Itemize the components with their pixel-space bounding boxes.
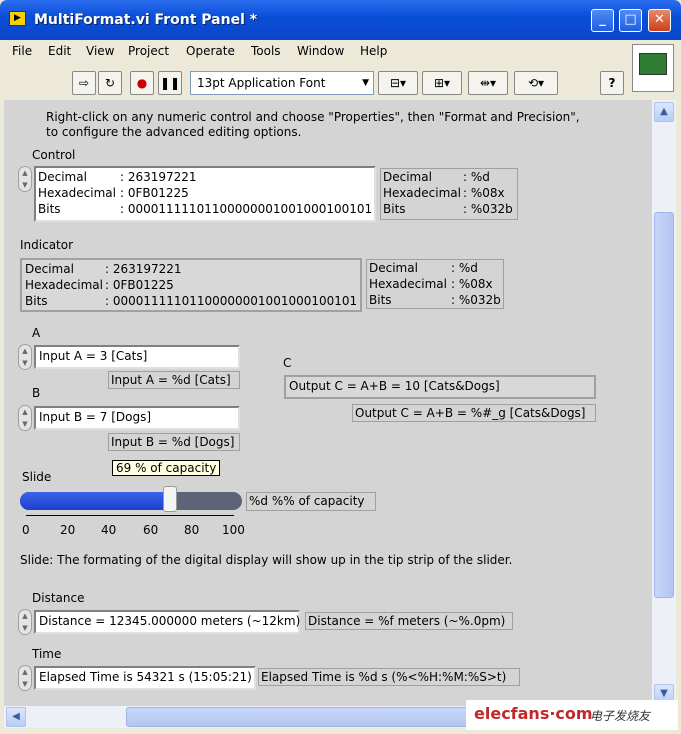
slide-tick-100: 100 <box>222 523 245 537</box>
b-input[interactable]: Input B = 7 [Dogs] <box>34 406 240 430</box>
vertical-scrollbar[interactable]: ▲ ▼ <box>652 100 676 706</box>
menu-bar: File Edit View Project Operate Tools Win… <box>4 40 676 62</box>
toolbar: ⇨ ↻ ● ❚❚ 13pt Application Font ▼ ⊟▾ ⊞▾ ⇹… <box>4 66 628 100</box>
a-input[interactable]: Input A = 3 [Cats] <box>34 345 240 369</box>
font-select[interactable]: 13pt Application Font ▼ <box>190 71 374 95</box>
slide-tip-strip: 69 % of capacity <box>112 460 221 476</box>
c-indicator: Output C = A+B = 10 [Cats&Dogs] <box>284 375 596 399</box>
b-spinner[interactable]: ▲ ▼ <box>18 405 32 431</box>
control-row-hex: Hexadecimal: 0FB01225 <box>38 186 189 200</box>
abort-icon[interactable]: ● <box>130 71 154 95</box>
time-label: Time <box>32 647 62 661</box>
close-button[interactable]: ✕ <box>648 9 671 32</box>
time-format: Elapsed Time is %d s (%<%H:%M:%S>t) <box>258 668 520 686</box>
time-input[interactable]: Elapsed Time is 54321 s (15:05:21) <box>34 666 256 690</box>
slide-label: Slide <box>22 470 52 484</box>
vertical-scroll-thumb[interactable] <box>654 212 674 598</box>
control-row-decimal: Decimal: 263197221 <box>38 170 197 184</box>
a-label: A <box>32 326 41 340</box>
instructions-text: Right-click on any numeric control and c… <box>46 110 580 139</box>
window-title: MultiFormat.vi Front Panel * <box>34 12 258 28</box>
watermark-logo: elecfans·com 电子发烧友 <box>466 700 678 730</box>
minimize-button[interactable]: _ <box>591 9 614 32</box>
b-format: Input B = %d [Dogs] <box>108 433 240 451</box>
control-format-display: Decimal: %d Hexadecimal: %08x Bits: %032… <box>380 168 518 220</box>
resize-objects-icon[interactable]: ⇹▾ <box>468 71 508 95</box>
vi-icon-graphic <box>639 53 667 75</box>
maximize-button[interactable]: □ <box>619 9 642 32</box>
control-row-bits: Bits: 00001111101100000001001000100101 <box>38 202 373 216</box>
watermark-cn: 电子发烧友 <box>590 709 651 723</box>
b-label: B <box>32 386 41 400</box>
indicator-display: Decimal: 263197221 Hexadecimal: 0FB01225… <box>20 258 362 312</box>
distribute-objects-icon[interactable]: ⊞▾ <box>422 71 462 95</box>
run-arrow-icon[interactable]: ⇨ <box>72 71 96 95</box>
distance-format: Distance = %f meters (~%.0pm) <box>305 612 513 630</box>
control-spinner[interactable]: ▲ ▼ <box>18 166 32 192</box>
chevron-down-icon: ▼ <box>362 78 369 88</box>
scroll-up-icon[interactable]: ▲ <box>654 102 674 122</box>
slide-tick-0: 0 <box>22 523 30 537</box>
indicator-label: Indicator <box>20 238 74 252</box>
menu-operate[interactable]: Operate <box>186 44 235 58</box>
pause-icon[interactable]: ❚❚ <box>158 71 182 95</box>
slide-fill <box>20 492 170 510</box>
font-select-label: 13pt Application Font <box>197 76 326 90</box>
a-format: Input A = %d [Cats] <box>108 371 240 389</box>
vi-connector-icon[interactable] <box>632 44 674 92</box>
reorder-icon[interactable]: ⟲▾ <box>514 71 558 95</box>
distance-input[interactable]: Distance = 12345.000000 meters (~12km) <box>34 610 300 634</box>
distance-spinner[interactable]: ▲ ▼ <box>18 609 32 635</box>
slide-tick-60: 60 <box>143 523 159 537</box>
control-display[interactable]: Decimal: 263197221 Hexadecimal: 0FB01225… <box>34 166 376 222</box>
slide-scale-line <box>26 515 234 521</box>
slide-tick-80: 80 <box>184 523 200 537</box>
slide-format: %d %% of capacity <box>246 492 376 511</box>
align-objects-icon[interactable]: ⊟▾ <box>378 71 418 95</box>
control-label: Control <box>32 148 76 162</box>
slide-thumb[interactable] <box>162 486 177 512</box>
help-button[interactable]: ? <box>600 71 624 95</box>
c-format: Output C = A+B = %#_g [Cats&Dogs] <box>352 404 596 422</box>
distance-label: Distance <box>32 591 85 605</box>
indicator-format-display: Decimal: %d Hexadecimal: %08x Bits: %032… <box>366 259 504 309</box>
title-bar[interactable]: ▶ MultiFormat.vi Front Panel * _ □ ✕ <box>0 0 681 40</box>
menu-view[interactable]: View <box>86 44 114 58</box>
slide-tick-20: 20 <box>60 523 76 537</box>
menu-edit[interactable]: Edit <box>48 44 71 58</box>
time-spinner[interactable]: ▲ ▼ <box>18 665 32 691</box>
scroll-left-icon[interactable]: ◀ <box>6 707 26 727</box>
menu-file[interactable]: File <box>12 44 32 58</box>
watermark-site: elecfans·com <box>474 704 593 723</box>
slide-note: Slide: The formating of the digital disp… <box>20 553 513 567</box>
menu-help[interactable]: Help <box>360 44 387 58</box>
menu-project[interactable]: Project <box>128 44 169 58</box>
menu-window[interactable]: Window <box>297 44 344 58</box>
app-icon: ▶ <box>9 11 26 26</box>
slide-tick-40: 40 <box>101 523 117 537</box>
run-continuously-icon[interactable]: ↻ <box>98 71 122 95</box>
menu-tools[interactable]: Tools <box>251 44 281 58</box>
a-spinner[interactable]: ▲ ▼ <box>18 344 32 370</box>
slide-track[interactable] <box>20 492 242 510</box>
c-label: C <box>283 356 292 370</box>
